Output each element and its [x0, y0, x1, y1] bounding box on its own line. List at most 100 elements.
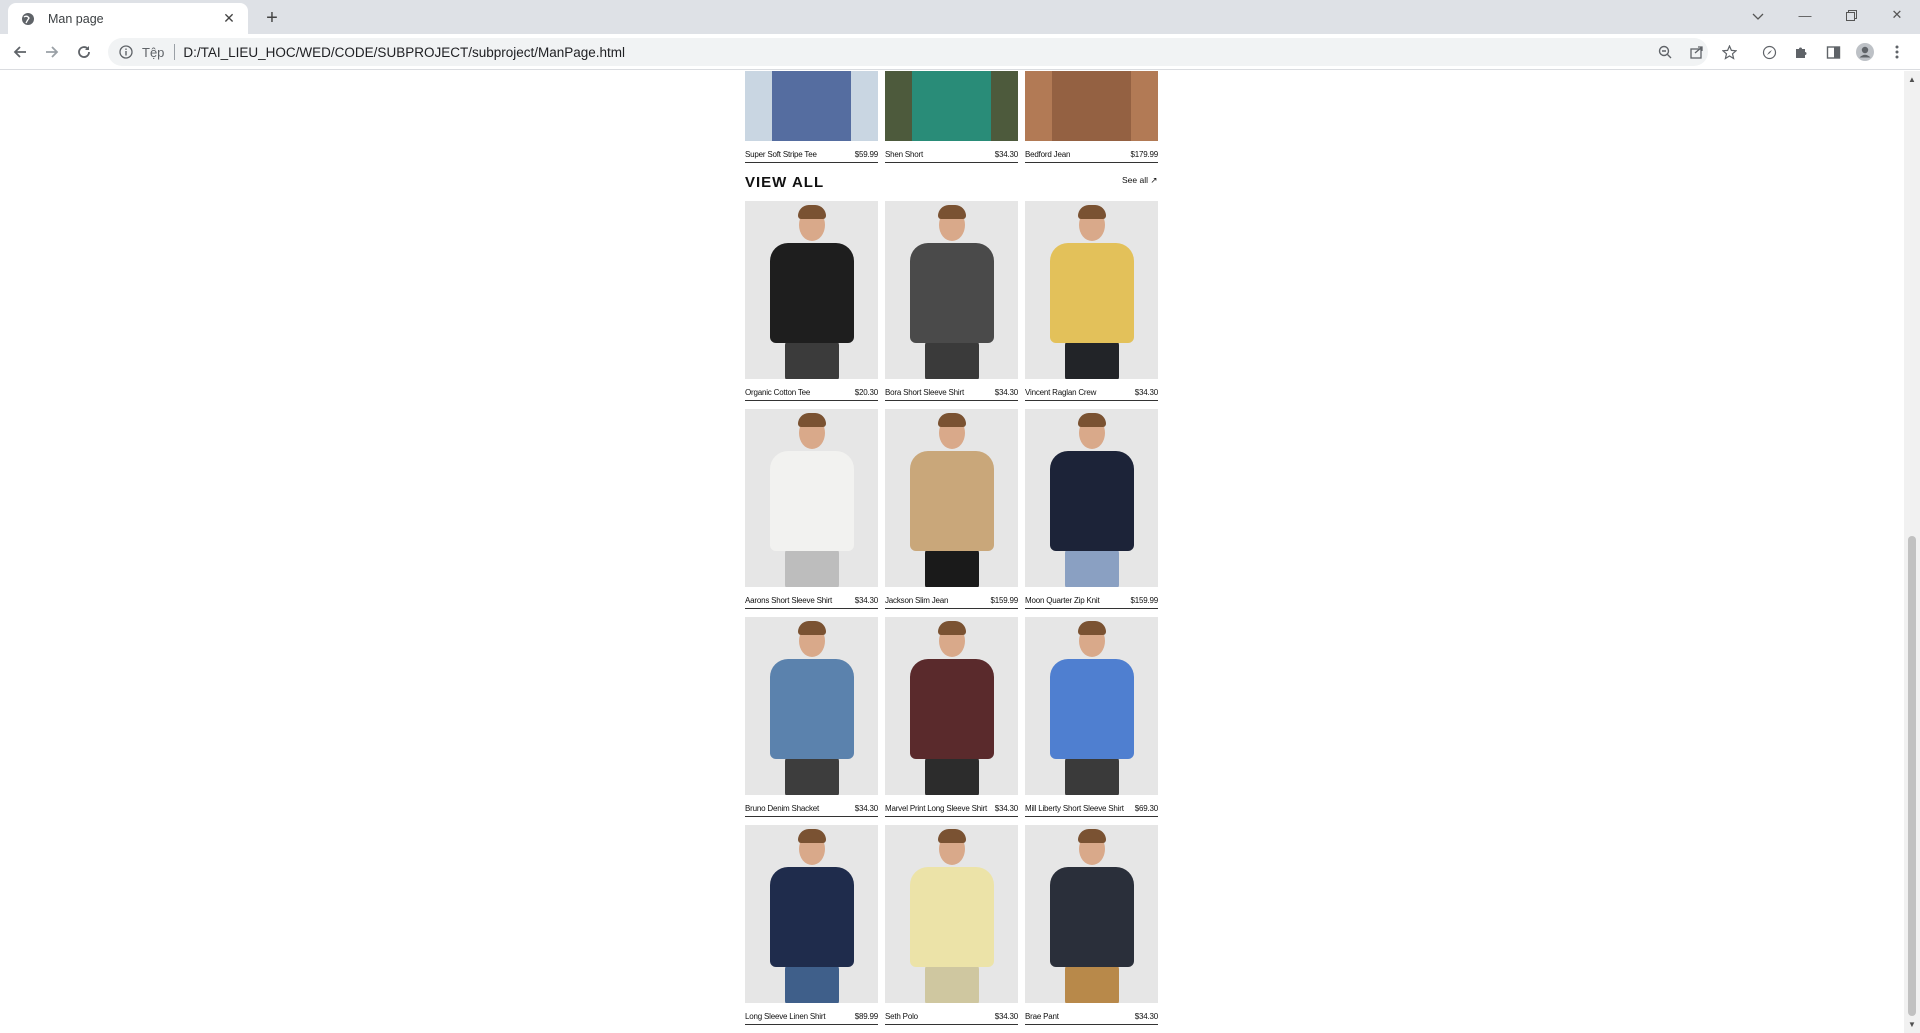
product-image[interactable]	[745, 201, 878, 379]
product-price: $20.30	[854, 388, 878, 397]
model-legs	[1064, 341, 1119, 379]
product-name[interactable]: Moon Quarter Zip Knit	[1025, 596, 1100, 605]
product-card[interactable]: Bora Short Sleeve Shirt $34.30	[885, 201, 1018, 401]
product-card[interactable]: Vincent Raglan Crew $34.30	[1025, 201, 1158, 401]
extensions-puzzle-icon[interactable]	[1787, 38, 1815, 66]
product-name[interactable]: Vincent Raglan Crew	[1025, 388, 1096, 397]
scroll-up-icon[interactable]: ▲	[1908, 75, 1916, 84]
model-torso	[1049, 867, 1134, 967]
model-legs	[1064, 965, 1119, 1003]
info-icon[interactable]	[118, 44, 134, 60]
profile-avatar-icon[interactable]	[1851, 38, 1879, 66]
address-bar[interactable]: Tệp D:/TAI_LIEU_HOC/WED/CODE/SUBPROJECT/…	[108, 38, 1708, 66]
product-name[interactable]: Aarons Short Sleeve Shirt	[745, 596, 832, 605]
product-card[interactable]: Super Soft Stripe Tee $59.99	[745, 71, 878, 163]
product-card[interactable]: Marvel Print Long Sleeve Shirt $34.30	[885, 617, 1018, 817]
model-legs	[924, 341, 979, 379]
model-hair	[797, 829, 826, 843]
product-image[interactable]	[1025, 409, 1158, 587]
extension-compass-icon[interactable]	[1755, 38, 1783, 66]
product-card[interactable]: Jackson Slim Jean $159.99	[885, 409, 1018, 609]
model-torso	[769, 243, 854, 343]
side-panel-icon[interactable]	[1819, 38, 1847, 66]
vertical-scrollbar[interactable]: ▲ ▼	[1904, 71, 1920, 1033]
product-name[interactable]: Shen Short	[885, 150, 923, 159]
product-card[interactable]: Bedford Jean $179.99	[1025, 71, 1158, 163]
zoom-icon[interactable]	[1651, 38, 1679, 66]
menu-kebab-icon[interactable]	[1883, 38, 1911, 66]
product-price: $89.99	[854, 1012, 878, 1021]
model-legs	[784, 757, 839, 795]
product-image[interactable]	[745, 71, 878, 141]
model-hair	[937, 621, 966, 635]
product-image[interactable]	[885, 409, 1018, 587]
reload-icon[interactable]	[70, 38, 98, 66]
product-card[interactable]: Moon Quarter Zip Knit $159.99	[1025, 409, 1158, 609]
product-image[interactable]	[885, 201, 1018, 379]
tab-man-page[interactable]: Man page ✕	[8, 3, 248, 34]
product-name[interactable]: Bora Short Sleeve Shirt	[885, 388, 964, 397]
model-torso	[1049, 243, 1134, 343]
close-tab-icon[interactable]: ✕	[220, 10, 238, 28]
omnibox-divider	[174, 44, 176, 60]
restore-icon[interactable]	[1828, 0, 1874, 30]
see-all-link[interactable]: See all ↗	[1122, 175, 1157, 186]
product-meta: Super Soft Stripe Tee $59.99	[745, 141, 878, 163]
close-window-icon[interactable]: ✕	[1874, 0, 1920, 30]
scroll-down-icon[interactable]: ▼	[1908, 1020, 1916, 1029]
product-image[interactable]	[745, 825, 878, 1003]
section-title: VIEW ALL	[745, 174, 825, 191]
model-legs	[1064, 549, 1119, 587]
product-card[interactable]: Mill Liberty Short Sleeve Shirt $69.30	[1025, 617, 1158, 817]
model-hair	[937, 205, 966, 219]
product-name[interactable]: Brae Pant	[1025, 1012, 1059, 1021]
product-price: $34.30	[1134, 388, 1158, 397]
product-image[interactable]	[1025, 201, 1158, 379]
model-hair	[1077, 829, 1106, 843]
product-name[interactable]: Mill Liberty Short Sleeve Shirt	[1025, 804, 1124, 813]
product-image[interactable]	[885, 825, 1018, 1003]
product-meta: Shen Short $34.30	[885, 141, 1018, 163]
scrollbar-thumb[interactable]	[1908, 536, 1916, 1016]
product-name[interactable]: Super Soft Stripe Tee	[745, 150, 817, 159]
page-viewport: VIEW ALL See all ↗ Super Soft Stripe Tee…	[0, 71, 1904, 1033]
product-name[interactable]: Jackson Slim Jean	[885, 596, 948, 605]
tab-title: Man page	[48, 11, 104, 26]
model-hair	[1077, 205, 1106, 219]
product-card[interactable]: Organic Cotton Tee $20.30	[745, 201, 878, 401]
model-legs	[784, 341, 839, 379]
product-card[interactable]: Brae Pant $34.30	[1025, 825, 1158, 1025]
new-tab-button[interactable]: +	[260, 6, 284, 30]
product-price: $34.30	[854, 596, 878, 605]
product-card[interactable]: Shen Short $34.30	[885, 71, 1018, 163]
model-torso	[769, 867, 854, 967]
product-image[interactable]	[1025, 825, 1158, 1003]
product-image[interactable]	[1025, 71, 1158, 141]
product-name[interactable]: Organic Cotton Tee	[745, 388, 810, 397]
product-name[interactable]: Bedford Jean	[1025, 150, 1070, 159]
product-image[interactable]	[745, 617, 878, 795]
product-image[interactable]	[1025, 617, 1158, 795]
bookmark-star-icon[interactable]	[1715, 38, 1743, 66]
back-icon[interactable]	[6, 38, 34, 66]
share-icon[interactable]	[1683, 38, 1711, 66]
product-image[interactable]	[885, 617, 1018, 795]
product-name[interactable]: Long Sleeve Linen Shirt	[745, 1012, 826, 1021]
product-price: $34.30	[994, 150, 1018, 159]
model-hair	[937, 413, 966, 427]
product-image[interactable]	[745, 409, 878, 587]
product-card[interactable]: Seth Polo $34.30	[885, 825, 1018, 1025]
product-image[interactable]	[885, 71, 1018, 141]
tab-search-icon[interactable]	[1746, 5, 1770, 29]
product-card[interactable]: Aarons Short Sleeve Shirt $34.30	[745, 409, 878, 609]
product-price: $34.30	[1134, 1012, 1158, 1021]
model-torso	[911, 71, 992, 141]
url-text[interactable]: D:/TAI_LIEU_HOC/WED/CODE/SUBPROJECT/subp…	[183, 45, 625, 60]
product-card[interactable]: Long Sleeve Linen Shirt $89.99	[745, 825, 878, 1025]
product-name[interactable]: Bruno Denim Shacket	[745, 804, 819, 813]
product-card[interactable]: Bruno Denim Shacket $34.30	[745, 617, 878, 817]
minimize-icon[interactable]: —	[1782, 0, 1828, 30]
product-name[interactable]: Marvel Print Long Sleeve Shirt	[885, 804, 987, 813]
product-name[interactable]: Seth Polo	[885, 1012, 918, 1021]
forward-icon[interactable]	[38, 38, 66, 66]
